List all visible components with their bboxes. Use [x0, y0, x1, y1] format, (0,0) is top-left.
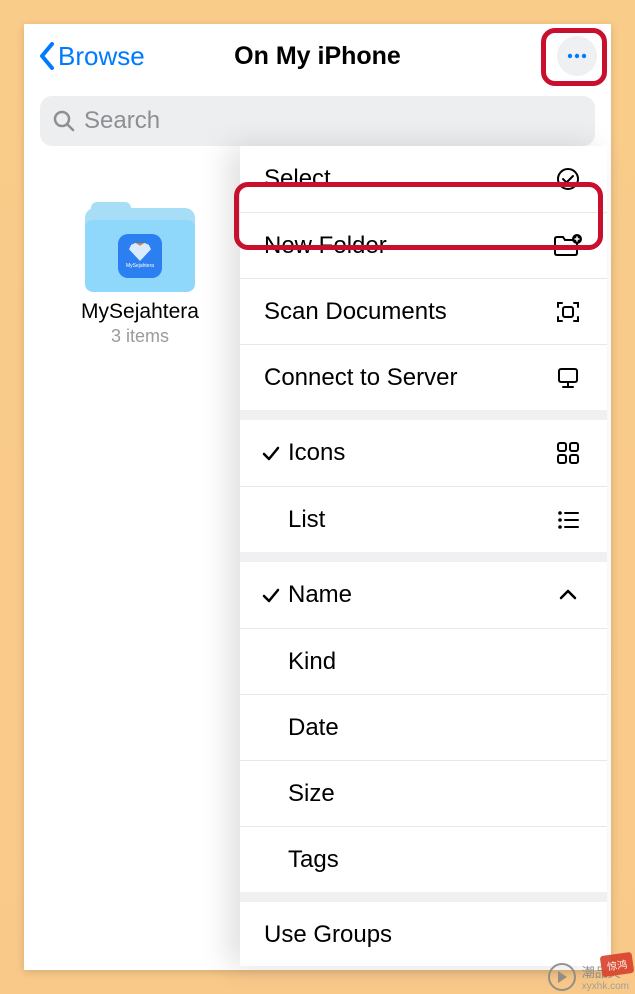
ellipsis-icon: [564, 43, 590, 69]
chevron-left-icon: [38, 41, 56, 71]
back-button[interactable]: Browse: [38, 41, 145, 72]
list-icon: [553, 507, 583, 533]
folder-item[interactable]: MySejahtera MySejahtera 3 items: [76, 202, 204, 347]
context-menu: Select New Folder Scan Documents Connect…: [240, 146, 607, 966]
menu-item-select[interactable]: Select: [240, 146, 607, 212]
more-button[interactable]: [557, 36, 597, 76]
select-circle-icon: [553, 166, 583, 192]
menu-item-tags[interactable]: Tags: [240, 826, 607, 892]
menu-item-list[interactable]: List: [240, 486, 607, 552]
menu-item-size[interactable]: Size: [240, 760, 607, 826]
back-label: Browse: [58, 41, 145, 72]
menu-item-icons[interactable]: Icons: [240, 420, 607, 486]
server-icon: [553, 364, 583, 392]
play-icon: [548, 963, 576, 991]
menu-item-use-groups[interactable]: Use Groups: [240, 902, 607, 966]
grid-icon: [553, 440, 583, 466]
search-icon: [52, 109, 76, 133]
nav-bar: Browse On My iPhone: [24, 24, 611, 88]
menu-item-name[interactable]: Name: [240, 562, 607, 628]
menu-group-sort: Name Kind Date Size Tags: [240, 562, 607, 902]
chevron-up-icon: [553, 584, 583, 606]
app-thumbnail: MySejahtera: [118, 234, 162, 278]
search-placeholder: Search: [84, 107, 160, 135]
menu-item-scan-documents[interactable]: Scan Documents: [240, 278, 607, 344]
search-input[interactable]: Search: [40, 96, 595, 146]
checkmark-icon: [258, 443, 284, 463]
folder-icon: MySejahtera: [85, 202, 195, 292]
folder-name: MySejahtera: [81, 300, 199, 324]
menu-group-actions: Select New Folder Scan Documents Connect…: [240, 146, 607, 420]
menu-item-new-folder[interactable]: New Folder: [240, 212, 607, 278]
scan-icon: [553, 298, 583, 326]
menu-item-date[interactable]: Date: [240, 694, 607, 760]
menu-group-view: Icons List: [240, 420, 607, 562]
watermark: 潮品文 xyxhk.com 惊鸿: [548, 962, 629, 992]
menu-item-kind[interactable]: Kind: [240, 628, 607, 694]
app-window: Browse On My iPhone Search MySejahtera: [24, 24, 611, 970]
folder-count: 3 items: [111, 326, 169, 347]
menu-group-groups: Use Groups: [240, 902, 607, 966]
menu-item-connect-server[interactable]: Connect to Server: [240, 344, 607, 410]
folder-plus-icon: [553, 233, 583, 259]
checkmark-icon: [258, 585, 284, 605]
